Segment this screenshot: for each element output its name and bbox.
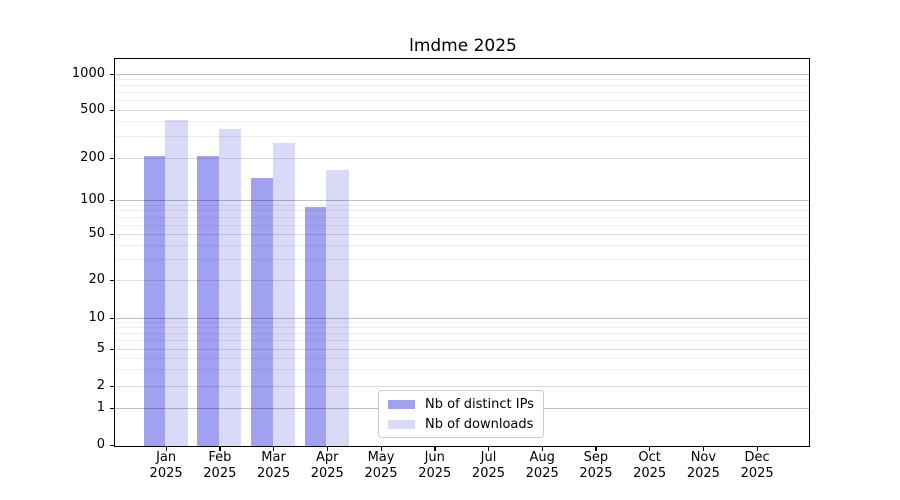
x-axis-tick-label-oct: Oct 2025 <box>633 450 667 481</box>
y-tick-mark-0 <box>109 444 114 446</box>
legend-swatch-downloads <box>388 419 415 429</box>
y-tick-mark-500 <box>109 109 114 111</box>
gridline-y-8 <box>115 327 809 329</box>
gridline-y-70 <box>115 217 809 218</box>
gridline-y-90 <box>115 204 809 206</box>
y-axis-tick-label-2: 2 <box>96 378 105 393</box>
x-axis-tick-label-jan: Jan 2025 <box>149 450 183 481</box>
y-tick-mark-1000 <box>109 73 114 75</box>
legend-label-distinct-ips: Nb of distinct IPs <box>425 396 534 412</box>
bar-nb-of-distinct-ips-mar <box>251 178 274 446</box>
y-axis-tick-label-0: 0 <box>96 437 105 452</box>
gridline-y-20 <box>115 279 809 281</box>
y-axis-tick-label-500: 500 <box>80 102 105 117</box>
gridline-y-500 <box>115 109 809 111</box>
gridline-y-5 <box>115 348 809 350</box>
plot-area <box>114 57 810 447</box>
gridline-y-30 <box>115 259 809 261</box>
gridline-y-3 <box>115 369 809 371</box>
chart-title: lmdme 2025 <box>409 36 517 56</box>
x-axis-tick-label-jul: Jul 2025 <box>471 450 506 481</box>
gridline-y-40 <box>115 244 809 246</box>
y-tick-mark-2 <box>109 385 114 387</box>
gridline-y-4 <box>115 357 809 359</box>
legend-label-downloads: Nb of downloads <box>425 416 534 432</box>
gridline-y-800 <box>115 85 809 87</box>
y-axis-tick-label-20: 20 <box>88 272 105 287</box>
x-axis-tick-label-mar: Mar 2025 <box>257 450 291 481</box>
bar-nb-of-downloads-apr <box>326 170 349 446</box>
y-axis-tick-label-200: 200 <box>80 150 105 165</box>
legend-item-downloads: Nb of downloads <box>388 417 534 432</box>
x-axis-tick-label-dec: Dec 2025 <box>740 450 774 481</box>
x-axis-tick-label-aug: Aug 2025 <box>525 450 559 481</box>
y-axis-tick-label-10: 10 <box>88 310 105 325</box>
bar-nb-of-downloads-feb <box>218 129 242 446</box>
x-axis-tick-label-nov: Nov 2025 <box>686 450 720 481</box>
gridline-y-700 <box>115 92 809 94</box>
y-axis-tick-label-1: 1 <box>96 400 105 415</box>
y-tick-mark-5 <box>109 348 114 350</box>
gridline-y-100 <box>115 199 809 201</box>
y-tick-mark-200 <box>109 157 114 159</box>
gridline-y-900 <box>115 78 809 80</box>
y-axis-tick-label-50: 50 <box>88 226 105 241</box>
gridline-y-60 <box>115 224 809 226</box>
y-tick-mark-100 <box>109 199 114 201</box>
x-axis-tick-label-jun: Jun 2025 <box>418 450 452 481</box>
gridline-y-7 <box>115 333 809 335</box>
y-tick-mark-20 <box>109 279 114 281</box>
legend: Nb of distinct IPs Nb of downloads <box>378 390 544 438</box>
y-axis-tick-label-1000: 1000 <box>71 66 105 81</box>
gridline-y-6 <box>115 340 809 342</box>
y-tick-mark-50 <box>109 233 114 235</box>
download-stats-chart: lmdme 2025 0 1 2 5 10 20 50 100 200 500 1000 Jan 2… <box>0 0 900 500</box>
gridline-y-400 <box>115 121 809 123</box>
legend-swatch-distinct-ips <box>388 399 415 409</box>
gridline-y-80 <box>115 210 809 212</box>
gridline-y-9 <box>115 322 809 324</box>
gridline-y-2 <box>115 385 809 387</box>
y-axis-tick-label-5: 5 <box>96 341 105 356</box>
bar-nb-of-distinct-ips-apr <box>304 207 327 446</box>
bar-nb-of-downloads-jan <box>165 119 188 446</box>
gridline-y-300 <box>115 136 809 138</box>
gridline-y-1000 <box>115 73 809 75</box>
y-axis-tick-label-100: 100 <box>80 192 105 207</box>
y-tick-mark-1 <box>109 407 114 409</box>
x-axis-tick-label-may: May 2025 <box>364 450 398 481</box>
y-tick-mark-10 <box>109 317 114 319</box>
gridline-y-50 <box>115 233 809 235</box>
x-axis-tick-label-feb: Feb 2025 <box>203 450 237 481</box>
gridline-y-10 <box>115 317 809 319</box>
x-axis-tick-label-sep: Sep 2025 <box>579 450 613 481</box>
gridline-y-600 <box>115 100 809 102</box>
x-axis-tick-label-apr: Apr 2025 <box>310 450 344 481</box>
legend-item-distinct-ips: Nb of distinct IPs <box>388 397 534 412</box>
bar-nb-of-downloads-mar <box>272 143 296 446</box>
gridline-y-200 <box>115 157 809 159</box>
